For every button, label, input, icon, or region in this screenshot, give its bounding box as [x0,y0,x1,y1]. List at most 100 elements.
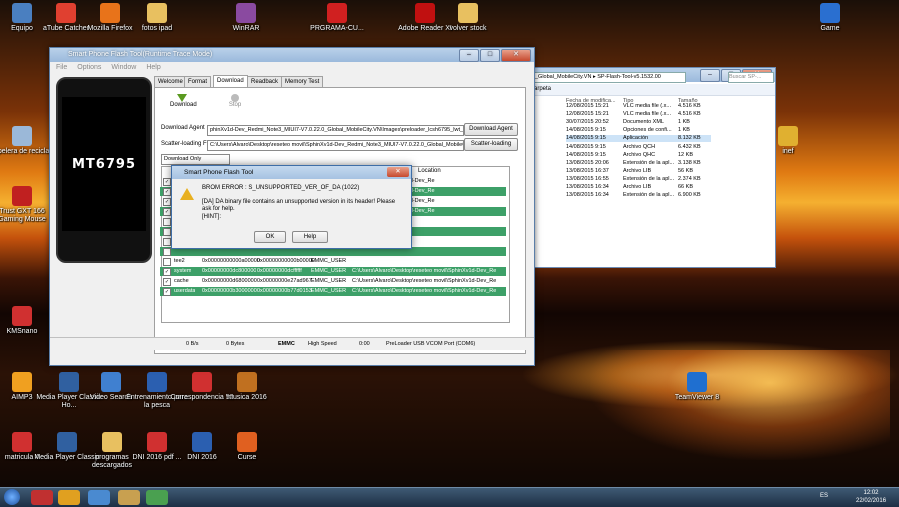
table-row[interactable]: tee2 0x00000000000a00000 0x00000000000b000… [160,257,506,266]
close-button[interactable]: ✕ [501,49,531,62]
language-indicator[interactable]: ES [820,493,828,499]
status-speed: 0 B/s [186,341,199,347]
file-size: 1 KB [678,119,690,126]
scatter-file-field[interactable]: C:\Users\Alvaro\Desktop\reseteo movil\Sp… [207,140,464,151]
row-checkbox[interactable] [163,228,171,236]
dialog-ok-button[interactable]: OK [254,231,286,243]
table-row[interactable]: ✓ userdata 0x00000000b3000000 0x00000000b77… [160,287,506,296]
firefox-icon [100,3,120,23]
row-checkbox[interactable] [163,248,171,256]
download-agent-field[interactable]: phinXv1d-Dev_Redmi_Note3_MIUI7-V7.0.22.0… [207,125,464,136]
taskbar-flash-tool[interactable] [146,490,168,505]
taskbar-app-1[interactable] [31,490,53,505]
download-toolbar-button[interactable]: Download [170,94,197,108]
list-item[interactable]: 14/08/2015 9:15 Archivo QCH 6.432 KB [566,144,711,151]
row-checkbox[interactable]: ✓ [163,178,171,186]
cell-region: EMMC_USER [311,258,347,264]
row-checkbox[interactable]: ✓ [163,268,171,276]
file-size: 12 KB [678,151,693,158]
desktop-icon-label: Trust GXT 166 Gaming Mouse [0,208,46,223]
dialog-help-button[interactable]: Help [292,231,328,243]
row-checkbox[interactable]: ✓ [163,198,171,206]
file-type: Archivo QCH [623,143,656,150]
list-item[interactable]: 14/08/2015 9:15 Opciones de confi... 1 KB [566,127,711,134]
desktop-icon[interactable]: PRGRAMA-CU... [304,3,370,33]
desktop-icon[interactable]: Papelera de reciclaje [0,126,55,156]
list-item[interactable]: 12/08/2015 15:21 VLC media file (.x... 4.5… [566,103,711,110]
desktop-icon[interactable]: Curse [214,432,280,462]
row-checkbox[interactable]: ✓ [163,208,171,216]
desktop-icon[interactable]: Trust GXT 166 Gaming Mouse [0,186,55,224]
location-header[interactable]: Location [418,168,441,174]
file-type: Aplicación [623,135,649,142]
list-item[interactable]: 12/08/2015 15:21 VLC media file (.x... 4.5… [566,111,711,118]
cell-end: 0x00000000e27ad967 [257,278,312,284]
explorer-search-input[interactable]: Buscar SP-... [728,72,774,83]
download-agent-button[interactable]: Download Agent [464,123,518,136]
row-checkbox[interactable]: ✓ [163,288,171,296]
error-dialog[interactable]: Smart Phone Flash Tool ✕ BROM ERROR : S_… [171,165,412,249]
list-item[interactable]: 14/08/2015 9:15 Archivo QHC 12 KB [566,152,711,159]
desktop-icon[interactable]: volver stock [435,3,501,33]
desktop-icon-label: Curse [237,454,257,461]
status-bytes: 0 Bytes [226,341,245,347]
explorer-address-bar[interactable]: _Global_MobileCity.VN ▸ SP-Flash-Tool-v5… [534,72,686,83]
stop-toolbar-button[interactable]: Stop [224,94,246,108]
list-item[interactable]: 13/08/2015 16:55 Extensión de la apl... 2.… [566,176,711,183]
table-row[interactable]: ✓ cache 0x00000000d6800000 0x00000000e27ad9… [160,277,506,286]
pdf-doc-icon [147,432,167,452]
dialog-close-button[interactable]: ✕ [387,167,409,177]
maximize-button[interactable]: □ [480,49,500,62]
list-item[interactable]: 13/08/2015 16:34 Extensión de la apl... 6.… [566,192,711,199]
dialog-titlebar[interactable]: Smart Phone Flash Tool ✕ [172,166,411,179]
file-date: 14/08/2015 9:15 [566,151,606,158]
desktop-icon[interactable]: Game [797,3,863,33]
list-item[interactable]: 30/07/2015 20:52 Documento XML 1 KB [566,119,711,126]
tab[interactable]: Readback [247,76,283,87]
list-item[interactable]: 14/08/2015 9:15 Aplicación 8.132 KB [566,135,711,143]
menu-item[interactable]: Window [111,62,136,73]
row-checkbox[interactable]: ✓ [163,278,171,286]
taskbar-explorer[interactable] [118,490,140,505]
list-item[interactable]: 13/08/2015 20:06 Extensión de la apl... 3.… [566,160,711,167]
tab[interactable]: Download [213,75,248,87]
taskbar-aimp[interactable] [58,490,80,505]
clock[interactable]: 12:02 22/02/2016 [856,489,886,505]
row-checkbox[interactable] [163,238,171,246]
list-item[interactable]: 13/08/2015 16:34 Archivo LIB 66 KB [566,184,711,191]
minimize-button[interactable]: – [459,49,479,62]
key-icon [778,126,798,146]
tab[interactable]: Memory Test [281,76,324,87]
menu-item[interactable]: Options [77,62,101,73]
desktop-icon-label: Game [820,25,840,32]
file-date: 12/08/2015 15:21 [566,111,609,118]
mode-select[interactable]: Download Only [161,154,230,165]
desktop-icon[interactable]: musica 2016 [214,372,280,402]
desktop-icon[interactable]: WinRAR [213,3,279,33]
scatter-loading-button[interactable]: Scatter-loading [464,138,518,151]
file-type: Archivo QHC [623,151,656,158]
desktop-icon[interactable]: fotos ipad [124,3,190,33]
start-button[interactable] [4,489,20,505]
desktop-icon[interactable]: KMSnano [0,306,55,336]
file-date: 30/07/2015 20:52 [566,119,609,126]
menu-item[interactable]: Help [146,62,160,73]
file-type: Extensión de la apl... [623,192,675,199]
phone-brand: MT6795 [72,157,136,172]
adobe-icon [415,3,435,23]
flash-tool-window-controls: – □ ✕ [459,49,531,62]
tab[interactable]: Format [184,76,212,87]
desktop-icon-teamviewer[interactable]: TeamViewer 8 [664,372,730,402]
menu-item[interactable]: File [56,62,67,73]
status-time: 0:00 [359,341,370,347]
row-checkbox[interactable]: ✓ [163,188,171,196]
minimize-button[interactable]: – [700,69,720,82]
flash-tool-titlebar[interactable]: Smart Phone Flash Tool(Runtime Trace Mod… [50,48,534,62]
row-checkbox[interactable] [163,258,171,266]
scatter-label: Scatter-loading File [161,141,213,147]
tab[interactable]: Welcome [154,76,187,87]
row-checkbox[interactable] [163,218,171,226]
list-item[interactable]: 13/08/2015 16:37 Archivo LIB 56 KB [566,168,711,175]
table-row[interactable]: ✓ system 0x00000000dc800000 0x00000000dcfff… [160,267,506,276]
taskbar-chrome[interactable] [88,490,110,505]
